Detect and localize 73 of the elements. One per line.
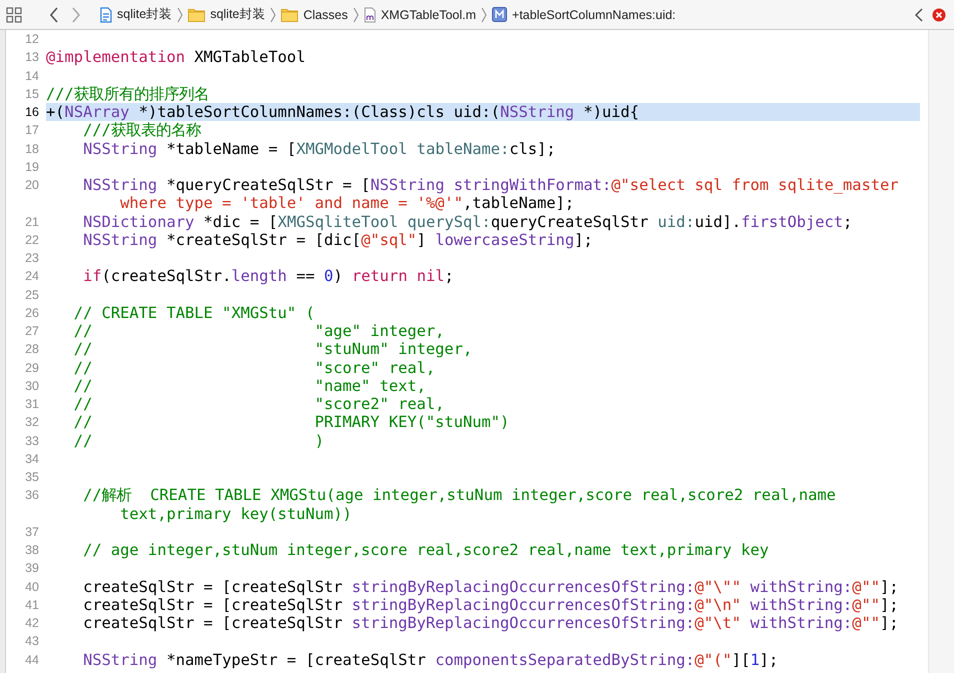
line-number: 40	[24, 578, 40, 596]
error-icon[interactable]	[932, 8, 946, 22]
code-line: // "score" real,	[72, 358, 436, 377]
chevron-left-icon[interactable]	[914, 6, 924, 22]
code-line: createSqlStr = [createSqlStr stringByReplacingOccurrencesOfString:@"\n" withString:@""];	[82, 596, 900, 614]
code-line: // "name" text,	[72, 376, 427, 395]
line-number: 31	[24, 396, 40, 413]
line-number: 37	[24, 524, 40, 541]
line-number: 15	[24, 86, 40, 103]
line-number: 16	[24, 104, 40, 121]
line-number: 43	[24, 633, 40, 650]
code-line: NSString *createSqlStr = [dic[@"sql"] lowercaseString];	[82, 230, 594, 249]
code-line: createSqlStr = [createSqlStr stringByReplacingOccurrencesOfString:@"\t" withString:@""];	[82, 614, 900, 632]
line-number: 28	[24, 341, 40, 358]
code-line: // age integer,stuNum integer,score real,score2 real,name text,primary key	[82, 541, 770, 560]
line-number: 17	[24, 122, 40, 140]
chevron-icon	[481, 6, 488, 22]
back-icon[interactable]	[49, 6, 59, 22]
line-number: 32	[24, 414, 40, 432]
code-line: NSDictionary *dic = [XMGSqliteTool querySql:queryCreateSqlStr uid:uid].firstObject;	[82, 212, 854, 231]
line-number: 14	[24, 68, 40, 84]
folder-icon	[281, 8, 298, 22]
code-line: //解析 CREATE TABLE XMGStu(age integer,stuNum integer,score real,score2 real,name text,primary key(stuNum))	[82, 486, 837, 523]
line-number: 35	[24, 469, 40, 486]
line-number: 23	[24, 250, 40, 267]
line-number: 21	[24, 214, 40, 230]
line-number: 39	[24, 560, 40, 578]
code-line: NSString *tableName = [XMGModelTool tableName:cls];	[82, 140, 557, 158]
line-number: 29	[24, 360, 40, 376]
line-number: 20	[24, 177, 40, 194]
code-line: // "stuNum" integer,	[72, 340, 474, 358]
line-number: 34	[24, 450, 40, 468]
chevron-icon	[270, 6, 276, 22]
line-number: 13	[24, 49, 40, 66]
code-line: // )	[72, 432, 325, 450]
code-line: @implementation XMGTableTool	[46, 48, 306, 66]
code-line: // CREATE TABLE "XMGStu" (	[72, 304, 316, 322]
code-line: // "score2" real,	[72, 395, 446, 414]
breadcrumb-item[interactable]: Classes	[303, 8, 348, 22]
line-number: 24	[24, 268, 40, 286]
chevron-icon	[352, 6, 359, 22]
line-number: 22	[24, 232, 40, 249]
breadcrumb-item[interactable]: sqlite封装	[117, 6, 172, 23]
line-number: 41	[24, 596, 40, 614]
breadcrumb-item[interactable]: XMGTableTool.m	[380, 8, 476, 22]
line-number: 36	[24, 487, 40, 504]
grid-icon[interactable]	[6, 6, 22, 22]
source-file-icon	[364, 6, 376, 22]
breadcrumb-item[interactable]: +tableSortColumnNames:uid:	[512, 8, 676, 22]
line-number: 12	[24, 31, 40, 48]
code-line: // PRIMARY KEY("stuNum")	[72, 413, 510, 432]
line-number: 26	[24, 304, 40, 322]
code-line: ///获取所有的排序列名	[46, 84, 210, 103]
code-line: createSqlStr = [createSqlStr stringByReplacingOccurrencesOfString:@"\"" withString:@""];	[82, 578, 900, 596]
line-number: 25	[24, 286, 40, 304]
code-line: if(createSqlStr.length == 0) return nil;	[82, 267, 455, 286]
line-number: 42	[24, 615, 40, 632]
code-line: ///获取表的名称	[82, 121, 202, 140]
line-number: 19	[24, 158, 40, 176]
method-icon	[492, 7, 508, 22]
code-line: // "age" integer,	[72, 322, 446, 340]
code-line: NSString *queryCreateSqlStr = [NSString stringWithFormat:@"select sql from sqlite_master where type = 'table' and name = '%@'",tableName];	[82, 176, 900, 212]
code-line: NSString *nameTypeStr = [createSqlStr componentsSeparatedByString:@"("][1];	[82, 650, 780, 669]
chevron-icon	[177, 6, 184, 22]
line-number: 30	[24, 378, 40, 395]
line-number: 44	[24, 652, 40, 668]
line-number: 18	[24, 140, 40, 158]
line-number: 33	[24, 432, 40, 450]
line-number: 38	[24, 542, 40, 559]
breadcrumb-item[interactable]: sqlite封装	[210, 6, 266, 23]
line-number: 27	[24, 323, 40, 340]
project-icon	[100, 6, 112, 22]
folder-icon	[188, 8, 206, 22]
